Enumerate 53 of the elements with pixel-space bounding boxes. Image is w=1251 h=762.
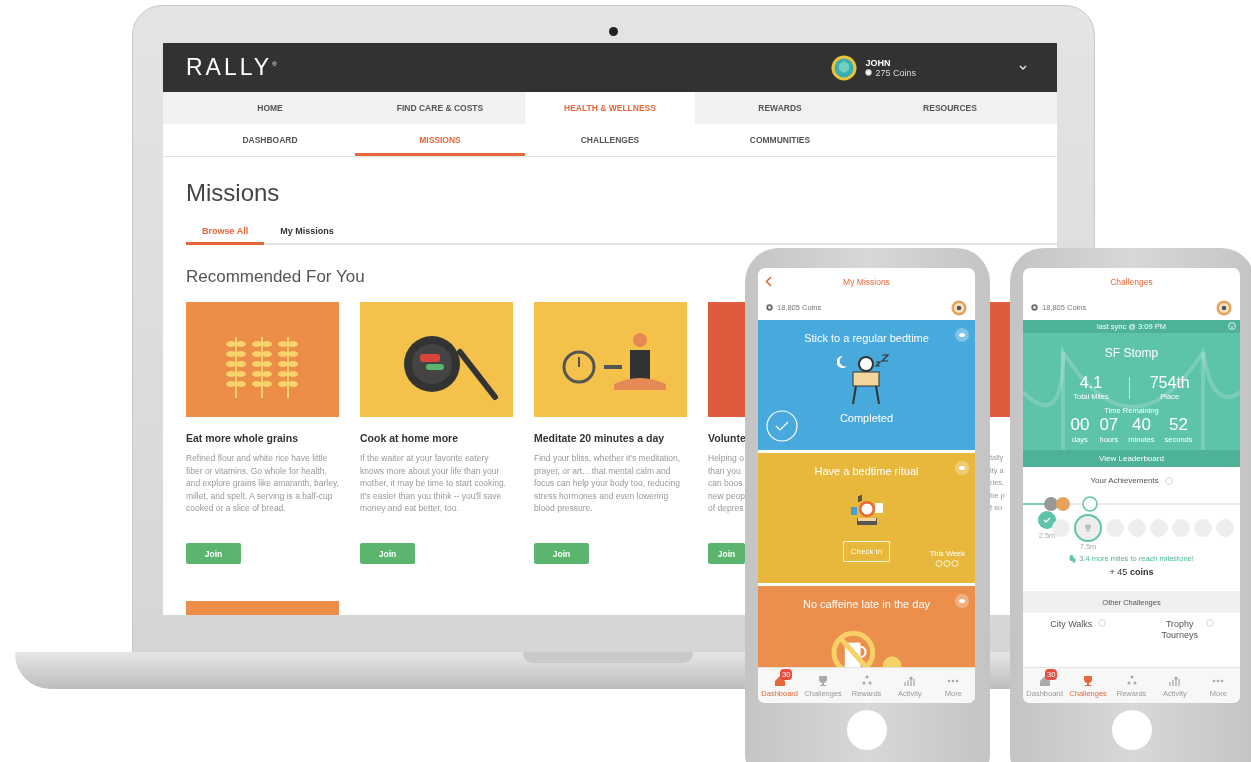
page-title: Missions: [186, 179, 280, 207]
mission-card[interactable]: No caffeine late in the day: [758, 586, 975, 667]
screen-title: Challenges: [1110, 276, 1153, 287]
leaderboard-button[interactable]: View Leaderboard: [1023, 450, 1240, 467]
card-title: Eat more whole grains: [186, 432, 300, 444]
subnav-tab[interactable]: DASHBOARD: [185, 124, 355, 156]
nav-tab[interactable]: RESOURCES: [865, 92, 1035, 124]
card-description-fragment: of depres: [708, 502, 745, 515]
screen-title: My Missions: [843, 276, 890, 287]
stat-value: 4.1: [1079, 374, 1103, 392]
card-title: Volunte: [708, 432, 745, 444]
page-tab[interactable]: My Missions: [264, 221, 350, 245]
join-button[interactable]: Join: [534, 543, 589, 564]
countdown-value: 00: [1070, 415, 1090, 435]
countdown-value: 07: [1099, 415, 1119, 435]
countdown-value: 40: [1132, 415, 1151, 435]
card-description: Find your bliss, whether it's meditation, prayer, or art... that mental calm and focus can help your body too, reducing stress hormones and even lowering blood pressure.: [534, 452, 682, 515]
nav-tab[interactable]: HOME: [185, 92, 355, 124]
mission-title: Stick to a regular bedtime: [804, 332, 929, 344]
card-description: If the waiter at your favorite eatery knows more about your life than your mother, it may be time to start cooking. It's easier than you think -- you'll save money and eat better, too.: [360, 452, 507, 515]
card-description-fragment: Helping o: [708, 452, 745, 465]
card-description-fragment: can boos: [708, 477, 744, 490]
stat-value: 754th: [1149, 374, 1190, 392]
card-title: Cook at home more: [360, 432, 460, 444]
mission-status: Completed: [839, 412, 894, 424]
achievements-title: Your Achievements: [1090, 476, 1159, 485]
card-description-fragment: new peop: [708, 489, 745, 502]
card-description-fragment: than you: [708, 464, 742, 477]
card-title: Meditate 20 minutes a day: [534, 432, 666, 444]
mission-card[interactable]: Stick to a regular bedtime Completed: [758, 320, 975, 450]
coin-balance: 275 Coins: [875, 67, 916, 78]
mission-title: No caffeine late in the day: [803, 598, 930, 610]
nav-tab[interactable]: REWARDS: [695, 92, 865, 124]
countdown-value: 52: [1169, 415, 1188, 435]
challenge-title[interactable]: City Walks: [1048, 619, 1094, 630]
card-description: Refined flour and white rice have little fiber or vitamins. Go whole for health, and explore grains like amaranth, barley, millet, and spelt. A serving is a half-cup cooked or a slice of bread.: [186, 452, 339, 515]
subnav-tab[interactable]: COMMUNITIES: [695, 124, 865, 156]
join-button[interactable]: Join: [186, 543, 241, 564]
challenge-title[interactable]: Trophy Tourneys: [1157, 619, 1203, 641]
coin-reward: + 45 coins: [1108, 567, 1155, 577]
challenge-name: SF Stomp: [1104, 346, 1159, 360]
section-title: Recommended For You: [186, 267, 365, 287]
page-tab[interactable]: Browse All: [186, 221, 265, 245]
join-button[interactable]: Join: [708, 543, 745, 564]
logo: RALLY$^{®}$: [186, 54, 277, 81]
nav-tab[interactable]: FIND CARE & COSTS: [355, 92, 525, 124]
join-button[interactable]: Join: [360, 543, 415, 564]
subnav-tab[interactable]: CHALLENGES: [525, 124, 695, 156]
subnav-tab[interactable]: MISSIONS: [355, 124, 525, 156]
check-in-button[interactable]: Check In: [842, 541, 891, 562]
nav-tab[interactable]: HEALTH & WELLNESS: [525, 92, 695, 124]
mission-title: Have a bedtime ritual: [814, 465, 919, 477]
user-name: JOHN: [865, 57, 892, 68]
